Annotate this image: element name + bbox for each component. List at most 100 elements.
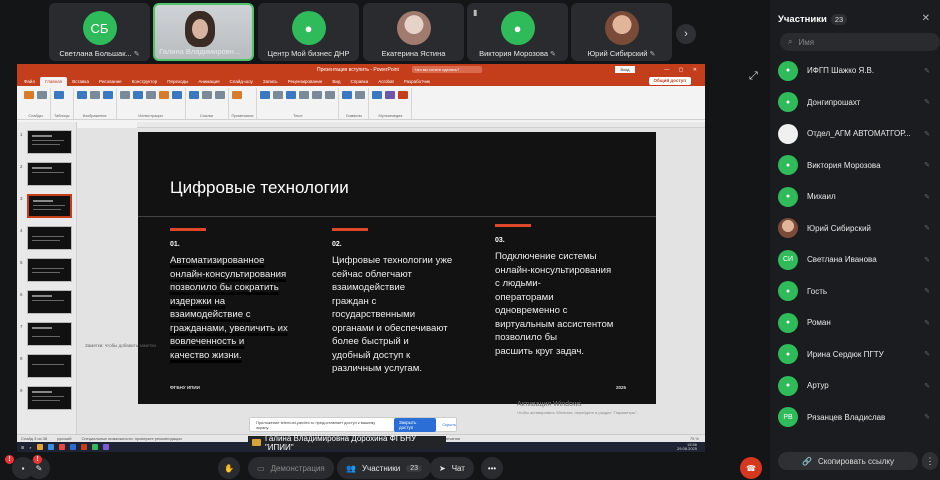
explorer-icon[interactable]	[36, 444, 43, 450]
ppt-tab[interactable]: Справка	[346, 77, 374, 86]
stop-sharing-button[interactable]: Закрыть доступ	[393, 417, 437, 432]
video-tile[interactable]: ● Центр Мой бизнес ДНР	[258, 3, 359, 61]
participant-item[interactable]: Юрий Сибирский ✎	[770, 213, 940, 245]
windows-start-icon[interactable]: ⊞	[21, 445, 24, 450]
notes-pane[interactable]: Заметки: чтобы добавить заметки	[77, 342, 705, 350]
yandex-icon[interactable]	[58, 444, 65, 450]
video-tile[interactable]: ▮ ● Виктория Морозова ✎	[467, 3, 568, 61]
search-icon[interactable]: ⌕	[29, 445, 31, 450]
raise-hand-button[interactable]: ✋	[218, 457, 240, 479]
ppt-tab[interactable]: Разработчик	[399, 77, 435, 86]
language-indicator[interactable]: русский	[57, 436, 71, 441]
ppt-tab[interactable]: Рецензирование	[283, 77, 328, 86]
participant-item[interactable]: ● Роман ✎	[770, 307, 940, 339]
icons-icon[interactable]	[132, 91, 143, 99]
comment-icon[interactable]	[231, 91, 242, 99]
current-slide[interactable]: Цифровые технологии 01. Автоматизированн…	[138, 132, 656, 404]
action-icon[interactable]	[214, 91, 225, 99]
slide-thumbnail[interactable]	[27, 290, 72, 314]
participant-search-input[interactable]: ⌕ Имя	[780, 33, 940, 51]
link-icon[interactable]	[201, 91, 212, 99]
participant-item[interactable]: ● Донгипрошахт ✎	[770, 87, 940, 119]
video-icon[interactable]	[372, 91, 383, 99]
screen-recording-icon[interactable]	[398, 91, 409, 99]
audio-icon[interactable]	[385, 91, 396, 99]
participant-item[interactable]: ● Артур ✎	[770, 370, 940, 402]
fullscreen-icon[interactable]: ⤢	[749, 70, 758, 83]
ppt-tab[interactable]: Файл	[19, 77, 40, 86]
ppt-tab[interactable]: Вид	[327, 77, 345, 86]
ppt-share-button[interactable]: Общий доступ	[648, 77, 691, 85]
picture-icon[interactable]	[76, 91, 87, 99]
zoom-icon[interactable]	[188, 91, 199, 99]
slide-thumbnail-selected[interactable]	[27, 194, 72, 218]
word-icon[interactable]	[69, 444, 76, 450]
participant-item[interactable]: СИ Светлана Иванова ✎	[770, 244, 940, 276]
close-icon[interactable]: ✕	[922, 13, 930, 24]
ppt-tab[interactable]: Вставка	[67, 77, 94, 86]
ppt-tab[interactable]: Переходы	[162, 77, 193, 86]
excel-icon[interactable]	[91, 444, 98, 450]
participant-item[interactable]: РВ Рязанцев Владислав ✎	[770, 402, 940, 434]
ppt-tab[interactable]: Конструктор	[127, 77, 163, 86]
ppt-login-button[interactable]: Вход	[615, 66, 635, 73]
ppt-tab[interactable]: Рисование	[94, 77, 127, 86]
screen-share-button[interactable]: ▭ Демонстрация	[248, 457, 334, 479]
video-tile[interactable]: Екатерина Ястина	[363, 3, 464, 61]
ppt-tab[interactable]: Acrobat	[373, 77, 399, 86]
copy-link-button[interactable]: 🔗 Скопировать ссылку	[778, 452, 918, 470]
equation-icon[interactable]	[342, 91, 353, 99]
textbox-icon[interactable]	[260, 91, 271, 99]
chat-button[interactable]: ➤ Чат	[430, 457, 474, 479]
app-icon[interactable]	[102, 444, 109, 450]
participants-button[interactable]: 👥 Участники 23	[337, 457, 431, 479]
panel-more-button[interactable]: ⋮	[922, 452, 938, 470]
reuse-slides-icon[interactable]	[37, 91, 47, 99]
video-tile[interactable]: Юрий Сибирский ✎	[571, 3, 672, 61]
hide-notice-link[interactable]: Скрыть	[442, 422, 456, 427]
ppt-search[interactable]: Что вы хотите сделать?	[412, 66, 482, 73]
shapes-icon[interactable]	[119, 91, 130, 99]
screenshot-icon[interactable]	[89, 91, 100, 99]
participant-item[interactable]: ● ИФГП Шажко Я.В. ✎	[770, 55, 940, 87]
video-tile[interactable]: СБ Светлана Большак... ✎	[49, 3, 150, 61]
participant-item[interactable]: ● Ирина Сердюк ПГТУ ✎	[770, 339, 940, 371]
slide-thumbnail[interactable]	[27, 258, 72, 282]
participant-item[interactable]: ● Михаил ✎	[770, 181, 940, 213]
symbol-icon[interactable]	[355, 91, 366, 99]
slide-thumbnail[interactable]	[27, 162, 72, 186]
ppt-tab[interactable]: Анимация	[193, 77, 224, 86]
powerpoint-icon[interactable]	[80, 444, 87, 450]
more-button[interactable]: •••	[481, 457, 503, 479]
date-time-icon[interactable]	[299, 91, 310, 99]
participant-item[interactable]: Отдел_АГМ АВТОМАТГОР... ✎	[770, 118, 940, 150]
slide-thumbnail[interactable]	[27, 322, 72, 346]
wordart-icon[interactable]	[286, 91, 297, 99]
participant-item[interactable]: ● Виктория Морозова ✎	[770, 150, 940, 182]
window-controls-icon[interactable]: — ▢ ✕	[664, 67, 701, 73]
table-icon[interactable]	[54, 91, 64, 99]
smartart-icon[interactable]	[158, 91, 169, 99]
3d-models-icon[interactable]	[145, 91, 156, 99]
slide-thumbnail[interactable]	[27, 130, 72, 154]
end-call-button[interactable]: ☎	[740, 457, 762, 479]
new-slide-icon[interactable]	[24, 91, 34, 99]
edge-icon[interactable]	[47, 444, 54, 450]
chart-icon[interactable]	[171, 91, 182, 99]
video-tile-active-speaker[interactable]: Галина Владимировн... ✎	[153, 3, 254, 61]
slide-thumbnail[interactable]	[27, 386, 72, 410]
slide-number-icon[interactable]	[312, 91, 323, 99]
accessibility-status[interactable]: Специальные возможности: проверьте реком…	[81, 436, 181, 441]
slide-thumbnail[interactable]	[27, 354, 72, 378]
next-tiles-button[interactable]: ›	[676, 24, 696, 44]
ppt-tab-active[interactable]: Главная	[40, 77, 68, 86]
ppt-tab[interactable]: Слайд-шоу	[225, 77, 258, 86]
ribbon-group: Ссылки	[186, 88, 229, 119]
header-footer-icon[interactable]	[273, 91, 284, 99]
album-icon[interactable]	[102, 91, 113, 99]
slide-thumbnail[interactable]	[27, 226, 72, 250]
participant-item[interactable]: ● Гость ✎	[770, 276, 940, 308]
ppt-tab[interactable]: Запись	[258, 77, 283, 86]
object-icon[interactable]	[325, 91, 336, 99]
zoom-level[interactable]: 75 %	[690, 436, 699, 441]
